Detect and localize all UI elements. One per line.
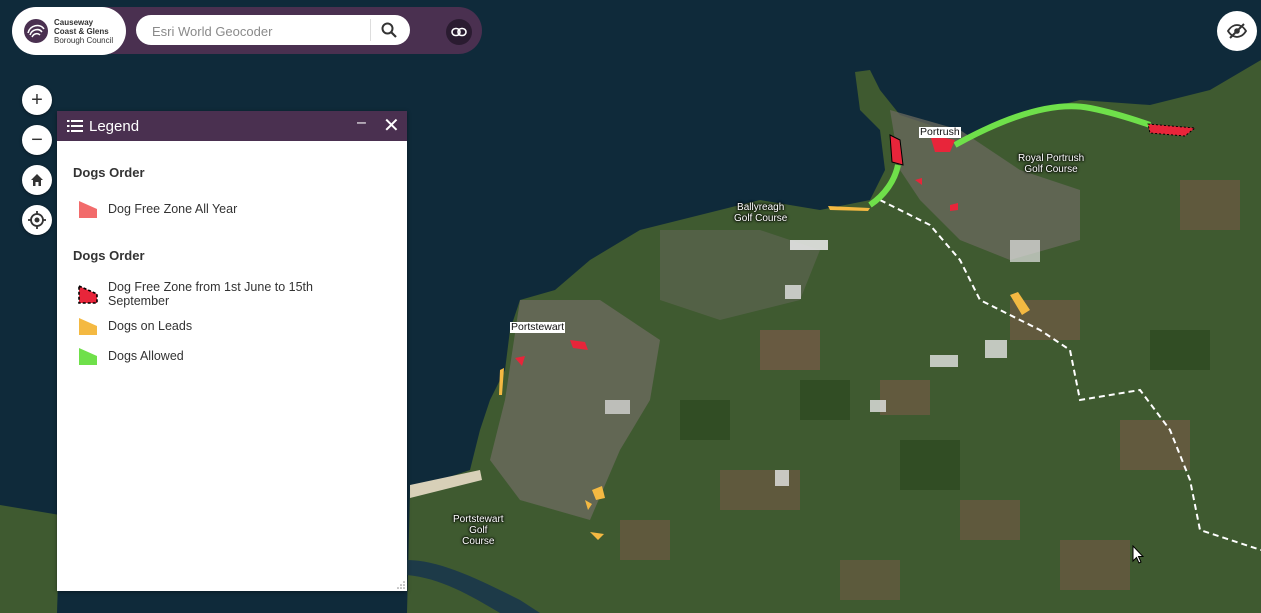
map-label-portrush: Portrush [919,126,961,138]
map-label-line: Course [462,536,495,547]
dog-free-zone-swatch-icon [79,201,97,218]
map-label-line: Golf Course [1024,164,1078,175]
home-icon [31,174,43,186]
search-input[interactable] [150,21,374,41]
mouse-cursor-icon [1132,545,1144,564]
map-label-line: Portstewart [453,514,504,525]
home-button[interactable] [22,165,52,195]
resize-handle-icon[interactable] [397,581,405,589]
minus-icon: − [31,129,43,151]
plus-icon: + [31,89,43,111]
legend-item: Dog Free Zone from 1st June to 15th Sept… [77,280,348,308]
council-logo[interactable]: Causeway Coast & Glens Borough Council [12,7,126,55]
map-label-royal-portrush: Royal Portrush Golf Course [1018,153,1084,175]
map-label-ballyreagh: Ballyreagh Golf Course [734,202,787,224]
legend-item-label: Dogs on Leads [108,319,193,333]
dogs-on-leads-swatch-icon [79,318,97,335]
logo-line: Coast & Glens [54,26,109,36]
map-label-line: Golf Course [734,213,788,224]
dogs-allowed-swatch-icon [79,348,97,365]
locate-icon [28,211,46,229]
legend-group-title: Dogs Order [73,165,145,180]
seasonal-dog-free-zone-swatch-icon [78,284,98,304]
map-label-line: Royal Portrush [1018,153,1085,164]
search-box [136,15,410,45]
map-label-line: Golf [469,525,488,536]
legend-title: Legend [89,117,140,135]
legend-item: Dogs Allowed [77,346,348,366]
close-icon[interactable]: ✕ [383,113,400,138]
legend-item: Dogs on Leads [77,316,348,336]
list-icon [67,120,83,132]
legend-group-title: Dogs Order [73,248,145,263]
legend-item: Dog Free Zone All Year [77,199,348,219]
legend-item-label: Dog Free Zone All Year [108,202,238,216]
minimize-icon[interactable]: – [357,114,366,132]
logo-line: Borough Council [54,35,114,45]
locate-button[interactable] [22,205,52,235]
map-label-portstewart: Portstewart [510,321,566,333]
legend-item-label: Dogs Allowed [108,349,184,363]
logo-line: Causeway [54,17,94,27]
zoom-in-button[interactable]: + [22,85,52,115]
search-button[interactable] [374,17,404,43]
eye-off-icon [1227,23,1247,39]
map-label-portstewart-golf: Portstewart Golf Course [453,514,504,547]
share-link-button[interactable] [446,19,472,45]
council-logo-mark [24,19,48,43]
toggle-visibility-button[interactable] [1217,11,1257,51]
council-logo-text: Causeway Coast & Glens Borough Council [54,18,113,45]
map-label-line: Ballyreagh [737,202,785,213]
legend-panel: Legend – ✕ Dogs Order Dog Free Zone All … [57,111,407,591]
legend-item-label: Dog Free Zone from 1st June to 15th Sept… [108,280,313,308]
legend-header[interactable]: Legend – ✕ [57,111,407,141]
search-icon [381,22,397,38]
zoom-out-button[interactable]: − [22,125,52,155]
search-divider [370,19,371,41]
link-icon [451,27,467,37]
